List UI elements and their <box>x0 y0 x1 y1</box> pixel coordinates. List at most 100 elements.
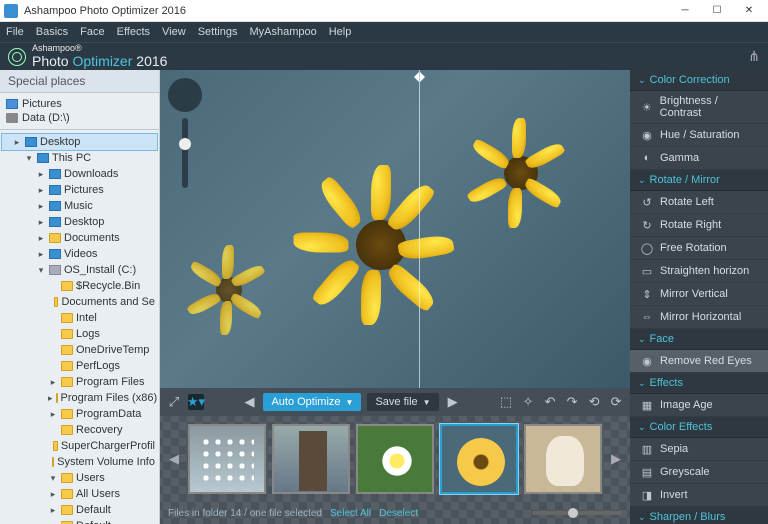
panel-header[interactable]: ⌄Sharpen / Blurs <box>630 507 768 524</box>
fullscreen-icon[interactable]: ⤢ <box>166 394 182 410</box>
undo-icon[interactable]: ↶ <box>542 394 558 410</box>
tree-node[interactable]: PerfLogs <box>2 358 157 374</box>
folder-tree[interactable]: ▸Desktop▾This PC▸Downloads▸Pictures▸Musi… <box>0 130 159 524</box>
panel-header[interactable]: ⌄Color Correction <box>630 70 768 91</box>
tree-node[interactable]: SuperChargerProfil <box>2 438 157 454</box>
menu-file[interactable]: File <box>6 26 24 38</box>
redo-icon[interactable]: ↷ <box>564 394 580 410</box>
close-button[interactable]: ✕ <box>734 2 764 20</box>
undo-all-icon[interactable]: ⟲ <box>586 394 602 410</box>
auto-optimize-button[interactable]: Auto Optimize▼ <box>263 393 361 411</box>
panel-item[interactable]: ▥Sepia <box>630 438 768 461</box>
maximize-button[interactable]: ☐ <box>702 2 732 20</box>
caret-icon[interactable]: ▸ <box>48 406 58 422</box>
caret-icon[interactable]: ▸ <box>36 198 46 214</box>
tree-node[interactable]: ▸Program Files <box>2 374 157 390</box>
select-all-button[interactable]: Select All <box>330 508 371 519</box>
menu-effects[interactable]: Effects <box>117 26 150 38</box>
panel-item[interactable]: ▤Greyscale <box>630 461 768 484</box>
caret-icon[interactable]: ▾ <box>48 470 58 486</box>
thumb-prev-icon[interactable]: ◀ <box>166 451 182 467</box>
tree-node[interactable]: Documents and Se <box>2 294 157 310</box>
tree-node[interactable]: System Volume Info <box>2 454 157 470</box>
menu-face[interactable]: Face <box>80 26 104 38</box>
tree-node[interactable]: Intel <box>2 310 157 326</box>
caret-icon[interactable]: ▸ <box>12 134 22 150</box>
thumbnail[interactable] <box>188 424 266 494</box>
tree-node[interactable]: ▸Music <box>2 198 157 214</box>
caret-icon[interactable]: ▾ <box>36 262 46 278</box>
menu-help[interactable]: Help <box>329 26 352 38</box>
redo-all-icon[interactable]: ⟳ <box>608 394 624 410</box>
caret-icon[interactable]: ▸ <box>48 518 58 524</box>
tree-node[interactable]: ▸Downloads <box>2 166 157 182</box>
tree-node[interactable]: ▸Pictures <box>2 182 157 198</box>
panel-item[interactable]: ◯Free Rotation <box>630 237 768 260</box>
save-file-button[interactable]: Save file▼ <box>367 393 438 411</box>
panel-item[interactable]: ◐Gamma <box>630 147 768 170</box>
next-image-icon[interactable]: ▶ <box>445 394 461 410</box>
magic-wand-icon[interactable]: ✧ <box>520 394 536 410</box>
thumb-next-icon[interactable]: ▶ <box>608 451 624 467</box>
panel-item[interactable]: ⇕Mirror Vertical <box>630 283 768 306</box>
caret-icon[interactable]: ▸ <box>36 246 46 262</box>
panel-item[interactable]: ↺Rotate Left <box>630 191 768 214</box>
caret-icon[interactable]: ▾ <box>24 150 34 166</box>
tree-node[interactable]: ▸ProgramData <box>2 406 157 422</box>
caret-icon[interactable]: ▸ <box>48 486 58 502</box>
panel-item[interactable]: ▦Image Age <box>630 394 768 417</box>
caret-icon[interactable]: ▸ <box>36 166 46 182</box>
special-place-item[interactable]: Data (D:\) <box>6 111 153 125</box>
caret-icon[interactable]: ▸ <box>36 230 46 246</box>
caret-icon[interactable]: ▸ <box>48 390 53 406</box>
thumbnail[interactable] <box>272 424 350 494</box>
prev-image-icon[interactable]: ◀ <box>241 394 257 410</box>
tree-node[interactable]: ▸Videos <box>2 246 157 262</box>
menu-settings[interactable]: Settings <box>198 26 238 38</box>
panel-item[interactable]: ◨Invert <box>630 484 768 507</box>
compare-slider[interactable] <box>419 70 420 388</box>
selection-tool-icon[interactable]: ⬚ <box>498 394 514 410</box>
panel-item[interactable]: ◉Hue / Saturation <box>630 124 768 147</box>
panel-item[interactable]: ⇔Mirror Horizontal <box>630 306 768 329</box>
tree-node[interactable]: ▸ Default <box>2 502 157 518</box>
deselect-button[interactable]: Deselect <box>379 508 418 519</box>
tree-node[interactable]: ▾Users <box>2 470 157 486</box>
caret-icon[interactable]: ▸ <box>36 182 46 198</box>
caret-icon[interactable]: ▸ <box>48 374 58 390</box>
pan-control[interactable] <box>168 78 202 112</box>
tree-node[interactable]: ▸ Default <box>2 518 157 524</box>
panel-header[interactable]: ⌄Face <box>630 329 768 350</box>
minimize-button[interactable]: ─ <box>670 2 700 20</box>
zoom-control[interactable] <box>182 118 188 188</box>
thumbnail[interactable] <box>440 424 518 494</box>
caret-icon[interactable]: ▸ <box>36 214 46 230</box>
thumbnail[interactable] <box>524 424 602 494</box>
thumbnail-zoom-slider[interactable] <box>532 511 622 515</box>
menu-view[interactable]: View <box>162 26 186 38</box>
tree-node[interactable]: ▸Desktop <box>2 134 157 150</box>
panel-item[interactable]: ▭Straighten horizon <box>630 260 768 283</box>
tree-node[interactable]: ▸Desktop <box>2 214 157 230</box>
panel-header[interactable]: ⌄Rotate / Mirror <box>630 170 768 191</box>
tree-node[interactable]: ▸Documents <box>2 230 157 246</box>
panel-item[interactable]: ☀Brightness / Contrast <box>630 91 768 124</box>
tree-node[interactable]: ▸ All Users <box>2 486 157 502</box>
thumbnail[interactable] <box>356 424 434 494</box>
image-preview[interactable] <box>160 70 630 388</box>
special-place-item[interactable]: Pictures <box>6 97 153 111</box>
menu-basics[interactable]: Basics <box>36 26 68 38</box>
panel-item[interactable]: ↻Rotate Right <box>630 214 768 237</box>
tree-node[interactable]: ▾This PC <box>2 150 157 166</box>
panel-header[interactable]: ⌄Color Effects <box>630 417 768 438</box>
tree-node[interactable]: OneDriveTemp <box>2 342 157 358</box>
panel-item[interactable]: ◉Remove Red Eyes <box>630 350 768 373</box>
tree-node[interactable]: Logs <box>2 326 157 342</box>
caret-icon[interactable]: ▸ <box>48 502 58 518</box>
tree-node[interactable]: Recovery <box>2 422 157 438</box>
tree-node[interactable]: $Recycle.Bin <box>2 278 157 294</box>
panel-header[interactable]: ⌄Effects <box>630 373 768 394</box>
tree-node[interactable]: ▾OS_Install (C:) <box>2 262 157 278</box>
menu-myashampoo[interactable]: MyAshampoo <box>249 26 316 38</box>
tree-node[interactable]: ▸Program Files (x86) <box>2 390 157 406</box>
